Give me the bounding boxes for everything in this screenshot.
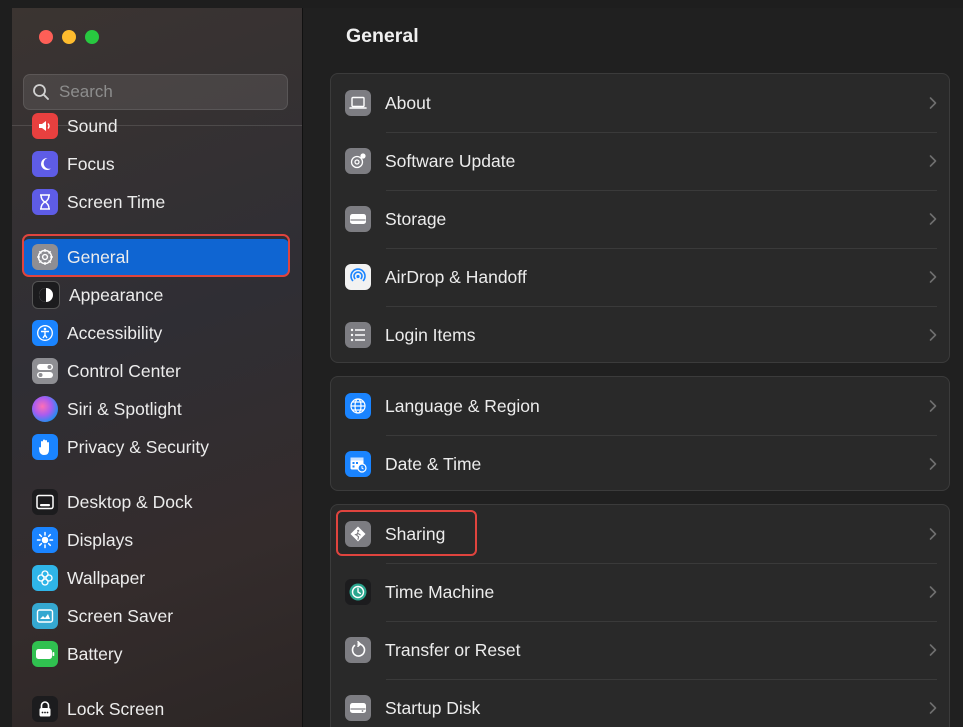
lock-icon (32, 696, 58, 722)
reset-icon (345, 637, 371, 663)
chevron-right-icon (929, 528, 937, 540)
page-title: General (346, 25, 419, 47)
list-icon (345, 322, 371, 348)
disk-icon (345, 695, 371, 721)
sidebar-item-focus[interactable]: Focus (23, 146, 289, 182)
gear-badge-icon (345, 148, 371, 174)
accessibility-icon (32, 320, 58, 346)
sidebar-item-sound[interactable]: Sound (23, 108, 289, 144)
sidebar-item-label: Appearance (69, 284, 164, 305)
chevron-right-icon (929, 586, 937, 598)
appearance-icon (32, 281, 60, 309)
row-label: Software Update (385, 150, 516, 171)
toggles-icon (32, 358, 58, 384)
close-button[interactable] (39, 30, 53, 44)
zoom-button[interactable] (85, 30, 99, 44)
row-airdrop-handoff[interactable]: AirDrop & Handoff (331, 248, 949, 306)
chevron-right-icon (929, 97, 937, 109)
settings-group-region: Language & Region Date & Time (330, 376, 950, 491)
minimize-button[interactable] (62, 30, 76, 44)
sidebar-item-label: Privacy & Security (67, 436, 209, 457)
screensaver-icon (32, 603, 58, 629)
laptop-icon (345, 90, 371, 116)
hourglass-icon (32, 189, 58, 215)
chevron-right-icon (929, 400, 937, 412)
sidebar-item-screen-saver[interactable]: Screen Saver (23, 598, 289, 634)
sun-icon (32, 527, 58, 553)
row-login-items[interactable]: Login Items (331, 306, 949, 362)
moon-icon (32, 151, 58, 177)
battery-icon (32, 641, 58, 667)
search-input[interactable] (57, 81, 281, 103)
row-startup-disk[interactable]: Startup Disk (331, 679, 949, 727)
sidebar-item-screen-time[interactable]: Screen Time (23, 184, 289, 220)
sidebar-item-label: Screen Time (67, 191, 166, 212)
sidebar-item-label: Lock Screen (67, 698, 165, 719)
chevron-right-icon (929, 329, 937, 341)
row-label: About (385, 92, 431, 113)
sidebar-item-label: Wallpaper (67, 567, 146, 588)
row-date-time[interactable]: Date & Time (331, 435, 949, 490)
row-label: Time Machine (385, 581, 495, 602)
sidebar-item-displays[interactable]: Displays (23, 522, 289, 558)
globe-icon (345, 393, 371, 419)
system-settings-window: Sound Focus Screen Time General App (0, 0, 963, 727)
row-label: Transfer or Reset (385, 639, 521, 660)
row-time-machine[interactable]: Time Machine (331, 563, 949, 621)
flower-icon (32, 565, 58, 591)
chevron-right-icon (929, 213, 937, 225)
sidebar-item-label: Battery (67, 643, 123, 664)
row-storage[interactable]: Storage (331, 190, 949, 248)
row-label: Date & Time (385, 453, 482, 474)
time-machine-icon (345, 579, 371, 605)
calendar-clock-icon (345, 451, 371, 477)
chevron-right-icon (929, 271, 937, 283)
general-highlight-outline (22, 234, 290, 277)
sidebar: Sound Focus Screen Time General App (12, 8, 303, 727)
sidebar-item-privacy-security[interactable]: Privacy & Security (23, 429, 289, 465)
row-label: Login Items (385, 324, 476, 345)
row-label: Storage (385, 208, 447, 229)
sidebar-item-desktop-dock[interactable]: Desktop & Dock (23, 484, 289, 520)
chevron-right-icon (929, 644, 937, 656)
row-about[interactable]: About (331, 74, 949, 132)
sidebar-item-lock-screen[interactable]: Lock Screen (23, 691, 289, 727)
row-label: AirDrop & Handoff (385, 266, 527, 287)
speaker-icon (32, 113, 58, 139)
main-pane: General About Software Update Storage Ai… (303, 8, 963, 727)
sidebar-item-label: Screen Saver (67, 605, 174, 626)
siri-icon (32, 396, 58, 422)
dock-icon (32, 489, 58, 515)
sidebar-item-label: Accessibility (67, 322, 163, 343)
sidebar-item-label: Displays (67, 529, 134, 550)
sidebar-item-wallpaper[interactable]: Wallpaper (23, 560, 289, 596)
sidebar-item-label: Desktop & Dock (67, 491, 193, 512)
sidebar-item-label: Control Center (67, 360, 181, 381)
chevron-right-icon (929, 458, 937, 470)
search-field[interactable] (23, 74, 288, 110)
chevron-right-icon (929, 702, 937, 714)
sidebar-item-siri-spotlight[interactable]: Siri & Spotlight (23, 391, 289, 427)
sharing-highlight-outline (336, 510, 477, 556)
chevron-right-icon (929, 155, 937, 167)
settings-group-system: About Software Update Storage AirDrop & … (330, 73, 950, 363)
sidebar-item-accessibility[interactable]: Accessibility (23, 315, 289, 351)
row-label: Language & Region (385, 395, 540, 416)
sidebar-item-label: Sound (67, 115, 118, 136)
sidebar-item-battery[interactable]: Battery (23, 636, 289, 672)
sidebar-item-appearance[interactable]: Appearance (23, 277, 289, 313)
window-controls (39, 30, 99, 44)
hand-icon (32, 434, 58, 460)
drive-icon (345, 206, 371, 232)
airdrop-icon (345, 264, 371, 290)
row-software-update[interactable]: Software Update (331, 132, 949, 190)
sidebar-item-control-center[interactable]: Control Center (23, 353, 289, 389)
search-icon (33, 84, 49, 100)
sidebar-item-label: Siri & Spotlight (67, 398, 182, 419)
row-label: Startup Disk (385, 697, 481, 718)
sidebar-item-label: Focus (67, 153, 115, 174)
row-transfer-reset[interactable]: Transfer or Reset (331, 621, 949, 679)
row-language-region[interactable]: Language & Region (331, 377, 949, 435)
